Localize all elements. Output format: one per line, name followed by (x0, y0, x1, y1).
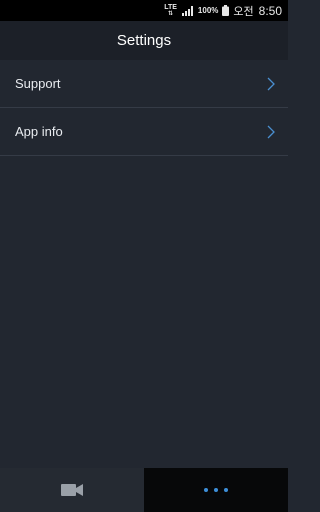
battery-icon (222, 5, 230, 16)
menu-item-app-info[interactable]: App info (0, 108, 288, 156)
battery-percent: 100% (197, 6, 219, 15)
signal-strength-icon (181, 5, 194, 16)
tab-video[interactable] (0, 468, 144, 512)
more-dots-icon (204, 488, 228, 492)
lte-network-indicator: LTE ⇅ (164, 4, 177, 17)
menu-item-label: App info (15, 124, 63, 139)
am-pm-label: 오전 (233, 5, 254, 18)
status-bar: LTE ⇅ 100% 오전 8:50 (0, 0, 288, 21)
chevron-right-icon (267, 125, 275, 139)
bottom-navigation (0, 468, 288, 512)
video-camera-icon (61, 483, 83, 497)
network-type-label: LTE (164, 4, 177, 11)
tab-more[interactable] (144, 468, 288, 512)
app-header: Settings (0, 21, 288, 60)
menu-item-label: Support (15, 76, 61, 91)
page-title: Settings (116, 32, 172, 49)
clock: 8:50 (258, 3, 282, 18)
chevron-right-icon (267, 77, 275, 91)
settings-menu: Support App info (0, 60, 288, 156)
menu-item-support[interactable]: Support (0, 60, 288, 108)
data-activity-icon: ⇅ (168, 11, 174, 17)
